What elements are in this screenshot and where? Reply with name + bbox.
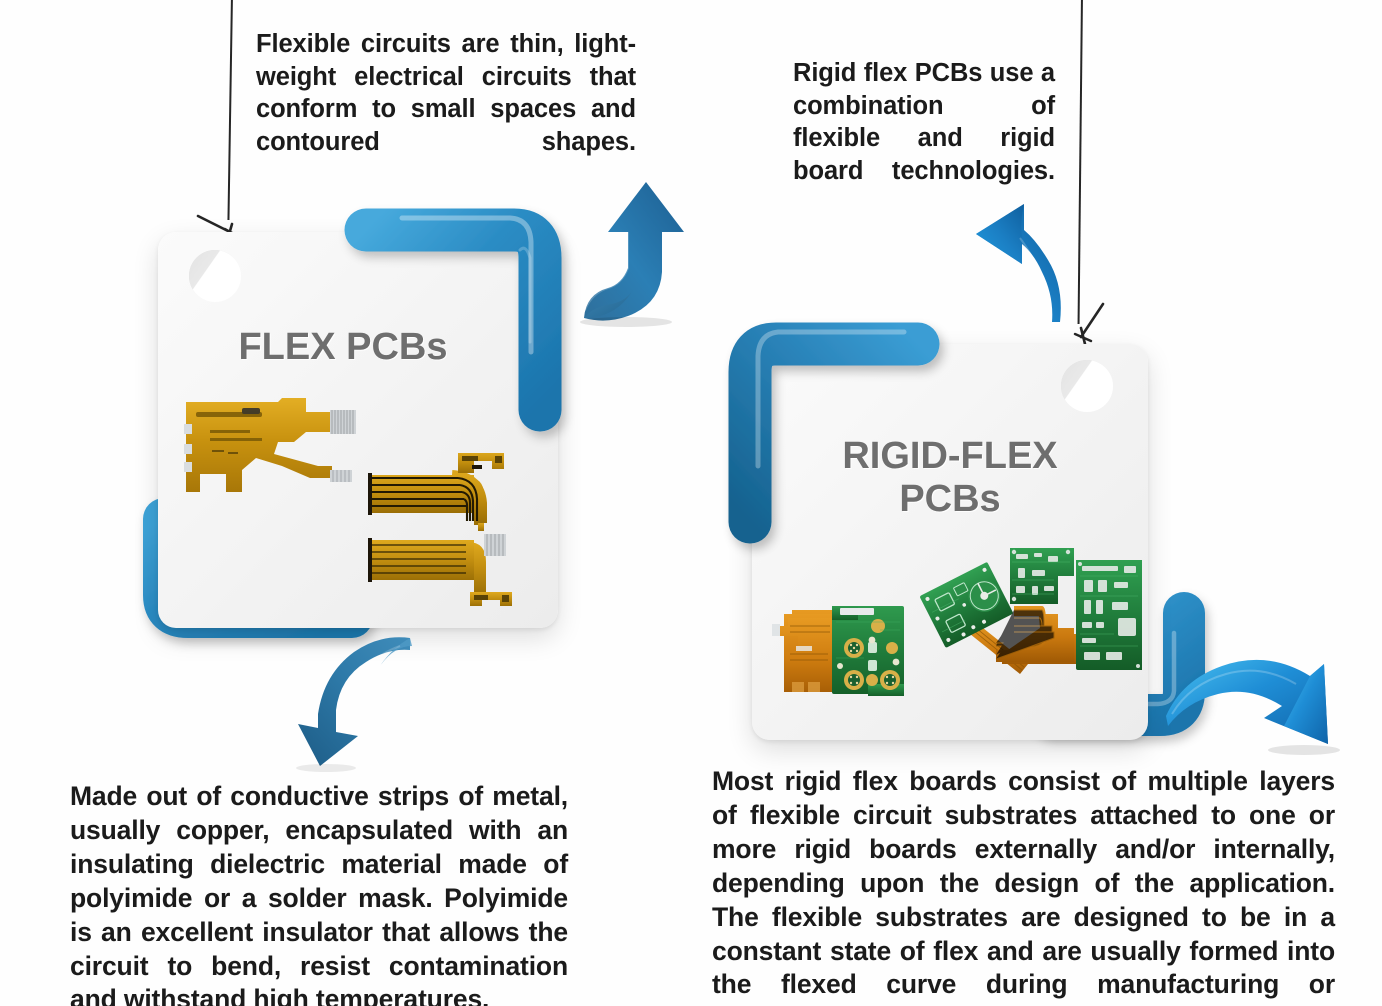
flex-ribbon-cable-short-icon (362, 530, 514, 610)
callout-rigid-bottom-text: Most rigid flex boards consist of multip… (712, 766, 1335, 1006)
punch-hole-rigid (1061, 360, 1113, 412)
hanging-string-left (227, 0, 233, 220)
punch-hole-flex (189, 250, 241, 302)
arrow-down-left-flex-icon (276, 632, 418, 772)
callout-flex-bottom-text: Made out of conductive strips of metal, … (70, 781, 568, 1006)
hanging-string-right (1077, 0, 1083, 324)
arrow-right-down-rigid-icon (1164, 652, 1342, 774)
callout-rigid-bottom: Most rigid flex boards consist of multip… (712, 765, 1335, 1006)
arrow-up-right-flex-icon (572, 172, 700, 328)
arrow-up-left-rigid-icon (962, 182, 1074, 324)
callout-flex-bottom: Made out of conductive strips of metal, … (70, 780, 568, 1006)
infographic-canvas: FLEX PCBs RIGID-FLEX PCBs Flexible circu… (0, 0, 1382, 1006)
callout-flex-top: Flexible circuits are thin, light-weight… (256, 28, 636, 191)
rigid-flex-pair-board-icon (995, 542, 1148, 684)
bracket-top-right-flex (344, 202, 580, 440)
flex-ribbon-cable-icon (362, 447, 514, 533)
callout-flex-top-text: Flexible circuits are thin, light-weight… (256, 30, 636, 156)
flex-circuit-large-icon (182, 396, 358, 504)
rigid-flex-board-icon (772, 596, 918, 698)
bracket-top-left-rigid (726, 316, 946, 552)
